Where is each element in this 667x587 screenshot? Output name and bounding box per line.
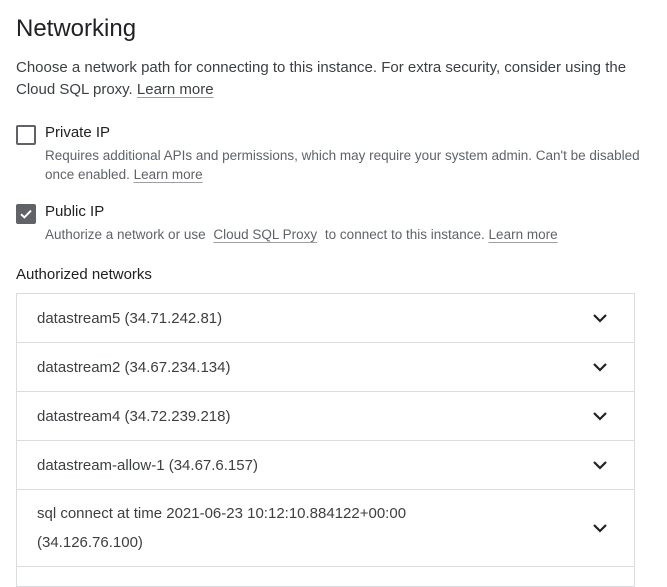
private-ip-label[interactable]: Private IP	[45, 123, 646, 143]
chevron-down-icon[interactable]	[590, 518, 610, 538]
network-name: datastream2 (34.67.234.134)	[37, 358, 231, 376]
network-row[interactable]: datastream2 (34.67.234.134)	[17, 343, 634, 392]
networking-description: Choose a network path for connecting to …	[16, 57, 641, 101]
chevron-down-icon[interactable]	[590, 357, 610, 377]
network-row[interactable]: sql connect at time 2021-06-23 10:12:10.…	[17, 490, 634, 567]
network-row[interactable]: datastream-allow-1 (34.67.6.157)	[17, 441, 634, 490]
network-row[interactable]: datastream4 (34.72.239.218)	[17, 392, 634, 441]
chevron-down-icon[interactable]	[590, 455, 610, 475]
public-ip-help-prefix: Authorize a network or use	[45, 227, 206, 242]
cloud-sql-proxy-link[interactable]: Cloud SQL Proxy	[213, 227, 317, 242]
private-ip-learn-more-link[interactable]: Learn more	[134, 167, 203, 182]
authorized-networks-heading: Authorized networks	[16, 266, 152, 283]
network-name: sql connect at time 2021-06-23 10:12:10.…	[37, 505, 407, 551]
network-row[interactable]: datastream5 (34.71.242.81)	[17, 294, 634, 343]
public-ip-learn-more-link[interactable]: Learn more	[489, 227, 558, 242]
description-text: Choose a network path for connecting to …	[16, 59, 627, 98]
private-ip-help: Requires additional APIs and permissions…	[45, 146, 645, 184]
authorized-networks-list: datastream5 (34.71.242.81) datastream2 (…	[16, 293, 635, 587]
public-ip-option: Public IP Authorize a network or use Clo…	[16, 202, 646, 244]
public-ip-help-suffix: to connect to this instance.	[324, 227, 485, 242]
chevron-down-icon[interactable]	[590, 406, 610, 426]
learn-more-link[interactable]: Learn more	[137, 81, 214, 98]
page-title: Networking	[16, 15, 137, 42]
network-name: datastream4 (34.72.239.218)	[37, 407, 231, 425]
public-ip-label[interactable]: Public IP	[45, 202, 646, 222]
chevron-down-icon[interactable]	[590, 308, 610, 328]
checkmark-icon	[20, 209, 32, 219]
private-ip-option: Private IP Requires additional APIs and …	[16, 123, 646, 184]
network-name: datastream-allow-1 (34.67.6.157)	[37, 456, 258, 474]
network-row[interactable]	[17, 567, 634, 587]
private-ip-checkbox[interactable]	[16, 125, 36, 145]
public-ip-help: Authorize a network or use Cloud SQL Pro…	[45, 225, 645, 244]
network-name: datastream5 (34.71.242.81)	[37, 309, 223, 327]
public-ip-checkbox[interactable]	[16, 204, 36, 224]
networking-panel: Networking Choose a network path for con…	[16, 0, 646, 587]
